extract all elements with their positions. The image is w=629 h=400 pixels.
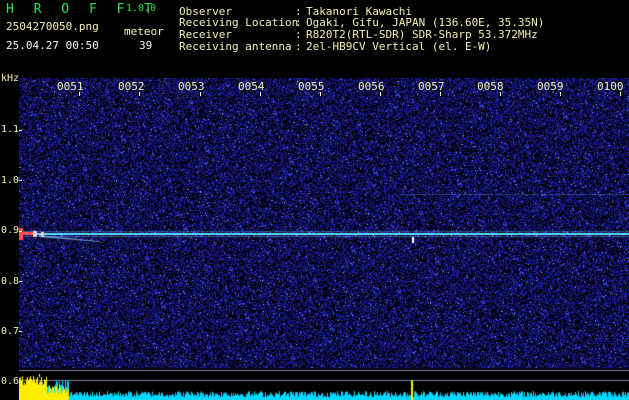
y-tick	[19, 180, 22, 181]
meteor-count: 39	[139, 39, 153, 52]
y-tick-label: 0.6	[1, 376, 20, 387]
x-tick	[440, 92, 441, 96]
x-tick	[260, 92, 261, 96]
info-location-value: Ogaki, Gifu, JAPAN (136.60E, 35.35N)	[306, 16, 545, 29]
info-colon: :	[295, 40, 302, 53]
y-tick-label: 1.1	[1, 124, 20, 135]
y-axis-unit: kHz	[1, 73, 20, 84]
y-tick	[19, 130, 22, 131]
x-tick	[560, 92, 561, 96]
meteor-label: meteor	[124, 25, 164, 38]
y-tick	[19, 231, 22, 232]
y-tick-label: 0.8	[1, 276, 20, 287]
info-receiver-key: Receiver	[179, 28, 232, 41]
info-antenna-key: Receiving antenna	[179, 40, 292, 53]
filename: 2504270050.png	[6, 20, 99, 33]
x-tick-label: 0052	[118, 80, 145, 93]
x-tick	[320, 92, 321, 96]
y-tick-label: 0.9	[1, 225, 20, 236]
x-tick	[200, 92, 201, 96]
info-location-key: Receiving Location	[179, 16, 299, 29]
app-version: 1.0.0	[126, 3, 157, 14]
info-antenna-value: 2el-HB9CV Vertical (el. E-W)	[306, 40, 492, 53]
y-tick	[19, 331, 22, 332]
y-tick	[19, 281, 22, 282]
hrofft-window: H R O F F T 1.0.0 2504270050.png meteor …	[0, 0, 629, 400]
x-tick	[620, 92, 621, 96]
spectrogram	[19, 78, 629, 400]
info-colon: :	[295, 28, 302, 41]
x-tick	[500, 92, 501, 96]
info-colon: :	[295, 16, 302, 29]
y-tick	[19, 381, 22, 382]
x-tick	[380, 92, 381, 96]
x-tick	[79, 92, 80, 96]
y-tick-label: 1.0	[1, 175, 20, 186]
x-tick	[139, 92, 140, 96]
info-receiver-value: R820T2(RTL-SDR) SDR-Sharp 53.372MHz	[306, 28, 538, 41]
datetime: 25.04.27 00:50	[6, 39, 99, 52]
y-tick-label: 0.7	[1, 326, 20, 337]
